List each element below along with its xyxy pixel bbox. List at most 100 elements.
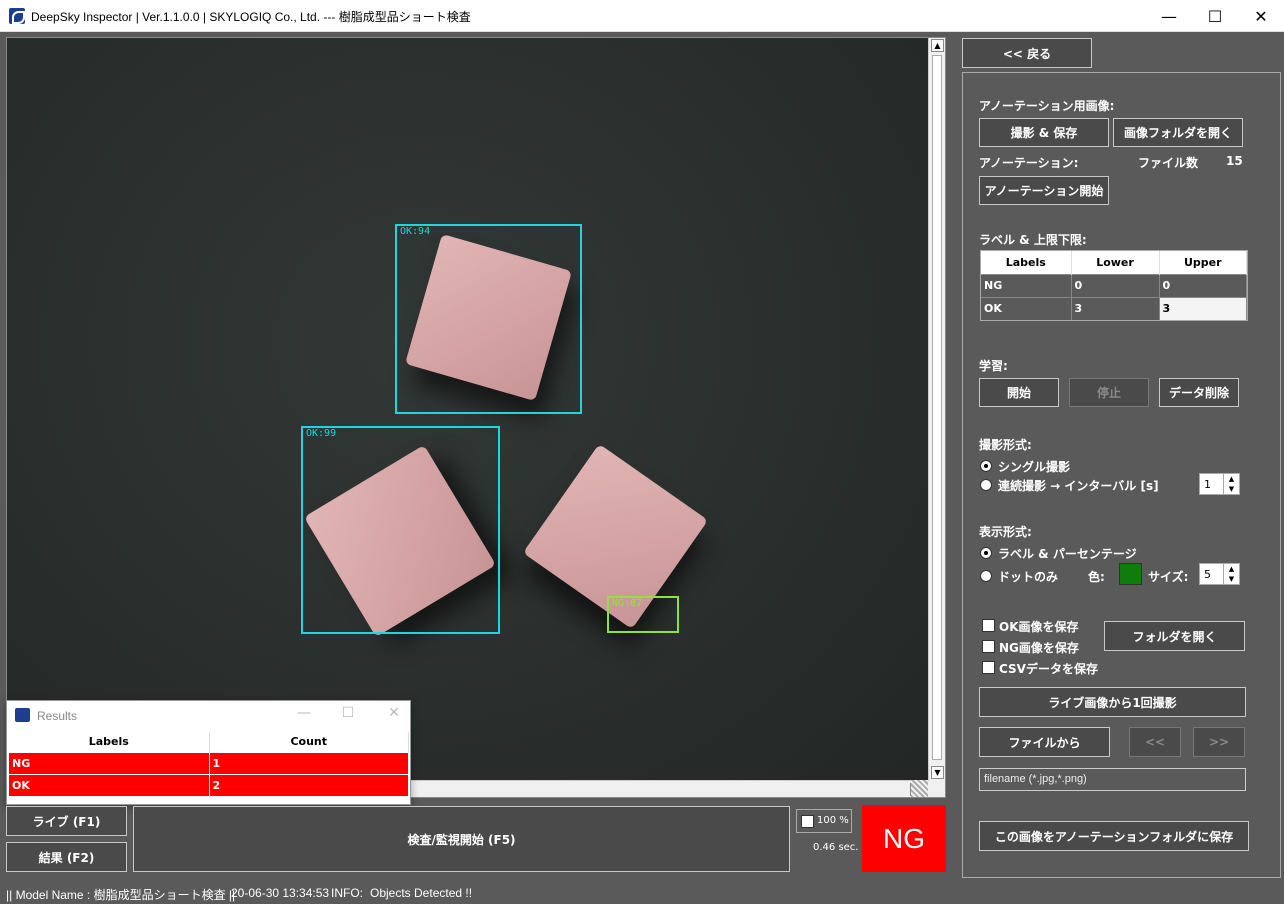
prev-image-button[interactable]: << [1129, 727, 1181, 757]
column-header: Labels [9, 732, 210, 752]
back-button[interactable]: << 戻る [962, 38, 1092, 68]
lower-cell[interactable]: 3 [1071, 296, 1160, 320]
count-cell: 2 [209, 773, 409, 796]
table-row[interactable]: OK 3 3 [981, 296, 1247, 320]
start-annotation-button[interactable]: アノーテーション開始 [979, 176, 1109, 205]
inspect-start-button[interactable]: 検査/監視開始 (F5) [133, 806, 790, 872]
next-image-button[interactable]: >> [1193, 727, 1245, 757]
train-stop-button[interactable]: 停止 [1069, 378, 1149, 407]
image-viewer[interactable]: OK:94 OK:99 NG:87 ▲ ▼ ▶ [6, 37, 946, 798]
app-logo-icon [9, 8, 25, 24]
capture-single-label: シングル撮影 [998, 460, 1071, 474]
lower-cell[interactable]: 0 [1071, 273, 1160, 297]
results-table: Labels Count NG 1 OK 2 [9, 732, 409, 796]
close-button[interactable]: ✕ [1238, 0, 1284, 32]
count-cell: 1 [209, 751, 409, 774]
detection-label: OK:99 [306, 428, 337, 439]
detection-label: NG:87 [612, 598, 643, 609]
save-csv-checkbox[interactable] [982, 661, 995, 674]
save-ok-label: OK画像を保存 [999, 620, 1079, 634]
size-grip[interactable] [911, 780, 928, 797]
capture-single-radio[interactable] [980, 460, 992, 472]
learning-label: 学習: [979, 359, 1008, 373]
from-file-button[interactable]: ファイルから [979, 727, 1110, 757]
detection-box: OK:99 [301, 426, 500, 634]
capture-continuous-label: 連続撮影 → インターバル [s] [998, 479, 1159, 493]
filename-field[interactable]: filename (*.jpg,*.png) [979, 768, 1246, 791]
camera-image: OK:94 OK:99 NG:87 [7, 38, 929, 797]
display-mode-label: 表示形式: [979, 525, 1032, 539]
interval-stepper[interactable]: 1 ▲ ▼ [1199, 473, 1240, 495]
label-cell: NG [981, 273, 1072, 297]
info-label: INFO: [331, 886, 363, 900]
display-dots-label: ドットのみ [998, 570, 1059, 584]
train-start-button[interactable]: 開始 [979, 378, 1059, 407]
elapsed-time: 0.46 sec. [813, 842, 859, 853]
capture-once-button[interactable]: ライブ画像から1回撮影 [979, 687, 1246, 717]
app-logo-icon [15, 708, 30, 722]
file-count-value: 15 [1226, 154, 1243, 168]
save-to-annotation-button[interactable]: この画像をアノーテーションフォルダに保存 [979, 821, 1249, 851]
save-ng-checkbox[interactable] [982, 640, 995, 653]
minimize-button[interactable]: — [289, 705, 319, 721]
color-label: 色: [1088, 570, 1105, 584]
save-csv-label: CSVデータを保存 [999, 662, 1098, 676]
info-message: Objects Detected !! [370, 886, 473, 900]
interval-value: 1 [1204, 478, 1211, 491]
result-button[interactable]: 結果 (F2) [6, 842, 127, 872]
limits-table[interactable]: Labels Lower Upper NG 0 0 OK 3 3 [980, 250, 1248, 321]
save-ng-label: NG画像を保存 [999, 641, 1079, 655]
label-cell: OK [9, 773, 210, 796]
detection-box-ng: NG:87 [607, 596, 679, 633]
results-title: Results [37, 709, 78, 723]
display-label-radio[interactable] [980, 547, 992, 559]
vertical-scrollbar[interactable]: ▲ ▼ [928, 38, 945, 797]
size-value: 5 [1204, 568, 1211, 581]
label-limits-title: ラベル & 上限下限: [979, 233, 1087, 247]
open-image-folder-button[interactable]: 画像フォルダを開く [1113, 118, 1243, 147]
minimize-button[interactable]: — [1146, 0, 1192, 32]
scroll-thumb[interactable] [932, 55, 942, 760]
table-row[interactable]: NG 1 [9, 751, 409, 774]
window-title: DeepSky Inspector | Ver.1.1.0.0 | SKYLOG… [31, 10, 471, 24]
label-cell: NG [9, 751, 210, 774]
upper-cell[interactable]: 3 [1159, 296, 1247, 320]
file-count-label: ファイル数 [1138, 156, 1199, 170]
capture-mode-label: 撮影形式: [979, 438, 1032, 452]
scroll-up-icon[interactable]: ▲ [931, 39, 944, 52]
zoom-checkbox[interactable] [801, 815, 814, 828]
verdict-indicator: NG [862, 805, 946, 872]
zoom-toggle[interactable]: 100 % [796, 809, 852, 833]
upper-cell[interactable]: 0 [1159, 273, 1247, 297]
open-folder-button[interactable]: フォルダを開く [1104, 621, 1245, 651]
column-header: Upper [1159, 251, 1247, 274]
column-header: Lower [1071, 251, 1160, 274]
status-timestamp: 20-06-30 13:34:53 [231, 886, 330, 900]
status-bar: || Model Name : 樹脂成型品ショート検査 || 20-06-30 … [0, 883, 1284, 904]
results-window[interactable]: Results — ☐ ✕ Labels Count NG 1 OK 2 [6, 700, 411, 805]
detection-box: OK:94 [395, 224, 582, 414]
close-button[interactable]: ✕ [379, 705, 409, 721]
title-bar: DeepSky Inspector | Ver.1.1.0.0 | SKYLOG… [0, 0, 1284, 32]
detection-label: OK:94 [400, 226, 431, 237]
save-ok-checkbox[interactable] [982, 619, 995, 632]
live-button[interactable]: ライブ (F1) [6, 806, 127, 836]
size-label: サイズ: [1148, 570, 1189, 584]
table-row[interactable]: OK 2 [9, 773, 409, 796]
capture-save-button[interactable]: 撮影 & 保存 [979, 118, 1109, 147]
maximize-button[interactable]: ☐ [333, 705, 363, 721]
stepper-arrows-icon[interactable]: ▲ ▼ [1223, 474, 1239, 494]
results-title-bar[interactable]: Results — ☐ ✕ [7, 701, 410, 729]
capture-continuous-radio[interactable] [980, 479, 992, 491]
zoom-label: 100 % [817, 815, 849, 826]
model-name: || Model Name : 樹脂成型品ショート検査 || [6, 888, 236, 902]
annotation-images-label: アノーテーション用画像: [979, 99, 1115, 113]
stepper-arrows-icon[interactable]: ▲ ▼ [1223, 564, 1239, 584]
scroll-down-icon[interactable]: ▼ [931, 766, 944, 779]
dot-color-swatch[interactable] [1119, 563, 1142, 585]
display-dots-radio[interactable] [980, 570, 992, 582]
table-row[interactable]: NG 0 0 [981, 273, 1247, 297]
size-stepper[interactable]: 5 ▲ ▼ [1199, 563, 1240, 585]
delete-data-button[interactable]: データ削除 [1159, 378, 1239, 407]
maximize-button[interactable]: ☐ [1192, 0, 1238, 32]
